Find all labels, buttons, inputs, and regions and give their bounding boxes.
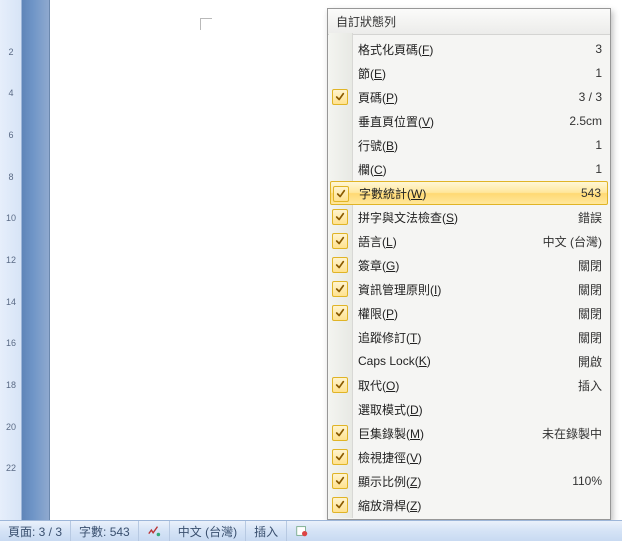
menu-item[interactable]: 巨集錄製(M)未在錄製中 bbox=[328, 421, 610, 445]
menu-item[interactable]: 資訊管理原則(I)關閉 bbox=[328, 277, 610, 301]
menu-item-label: 拼字與文法檢查(S) bbox=[358, 209, 570, 226]
ruler-number: 8 bbox=[0, 172, 22, 182]
menu-item[interactable]: 垂直頁位置(V)2.5cm bbox=[328, 109, 610, 133]
menu-item-label: 欄(C) bbox=[358, 161, 587, 178]
menu-item[interactable]: 檢視捷徑(V) bbox=[328, 445, 610, 469]
menu-item[interactable]: 欄(C)1 bbox=[328, 157, 610, 181]
menu-item-label: 檢視捷徑(V) bbox=[358, 449, 594, 466]
status-wordcount[interactable]: 字數: 543 bbox=[71, 521, 139, 541]
status-overtype[interactable]: 插入 bbox=[246, 521, 287, 541]
check-icon bbox=[332, 233, 348, 249]
document-margin bbox=[22, 0, 50, 520]
check-icon bbox=[332, 305, 348, 321]
check-icon bbox=[332, 473, 348, 489]
menu-item[interactable]: 頁碼(P)3 / 3 bbox=[328, 85, 610, 109]
menu-item-label: 簽章(G) bbox=[358, 257, 570, 274]
menu-item[interactable]: 格式化頁碼(F)3 bbox=[328, 37, 610, 61]
menu-item-label: 字數統計(W) bbox=[359, 185, 573, 202]
ruler-number: 6 bbox=[0, 130, 22, 140]
check-icon bbox=[333, 186, 349, 202]
vertical-ruler: 2 4 6 8 10 12 14 16 18 20 22 bbox=[0, 0, 22, 520]
menu-item-value: 2.5cm bbox=[561, 114, 602, 128]
menu-item[interactable]: 拼字與文法檢查(S)錯誤 bbox=[328, 205, 610, 229]
menu-item-value: 1 bbox=[587, 162, 602, 176]
status-page[interactable]: 頁面: 3 / 3 bbox=[0, 521, 71, 541]
menu-item[interactable]: 縮放滑桿(Z) bbox=[328, 493, 610, 517]
check-icon bbox=[332, 281, 348, 297]
menu-item[interactable]: Caps Lock(K)開啟 bbox=[328, 349, 610, 373]
menu-item-value: 110% bbox=[564, 474, 602, 488]
menu-item-label: 選取模式(D) bbox=[358, 401, 594, 418]
menu-item-label: 取代(O) bbox=[358, 377, 570, 394]
menu-item[interactable]: 行號(B)1 bbox=[328, 133, 610, 157]
menu-item-value: 3 bbox=[587, 42, 602, 56]
menu-item[interactable]: 取代(O)插入 bbox=[328, 373, 610, 397]
menu-item-value: 1 bbox=[587, 66, 602, 80]
ruler-number: 18 bbox=[0, 380, 22, 390]
menu-item-value: 錯誤 bbox=[570, 209, 602, 226]
menu-item-label: 格式化頁碼(F) bbox=[358, 41, 587, 58]
menu-item-label: 語言(L) bbox=[358, 233, 535, 250]
menu-item-value: 3 / 3 bbox=[571, 90, 602, 104]
menu-item-label: 垂直頁位置(V) bbox=[358, 113, 561, 130]
status-bar: 頁面: 3 / 3 字數: 543 中文 (台灣) 插入 bbox=[0, 520, 622, 541]
menu-item[interactable]: 選取模式(D) bbox=[328, 397, 610, 421]
menu-item-value: 關閉 bbox=[570, 305, 602, 322]
ruler-number: 4 bbox=[0, 88, 22, 98]
ruler-number: 10 bbox=[0, 213, 22, 223]
check-icon bbox=[332, 497, 348, 513]
menu-item[interactable]: 簽章(G)關閉 bbox=[328, 253, 610, 277]
menu-item-value: 開啟 bbox=[570, 353, 602, 370]
menu-item-value: 未在錄製中 bbox=[534, 425, 602, 442]
menu-item-label: 行號(B) bbox=[358, 137, 587, 154]
check-icon bbox=[332, 209, 348, 225]
status-language[interactable]: 中文 (台灣) bbox=[170, 521, 246, 541]
menu-item-label: Caps Lock(K) bbox=[358, 354, 570, 368]
menu-title: 自訂狀態列 bbox=[328, 9, 610, 35]
ruler-number: 22 bbox=[0, 463, 22, 473]
menu-item-label: 權限(P) bbox=[358, 305, 570, 322]
menu-item-value: 關閉 bbox=[570, 257, 602, 274]
menu-item-label: 追蹤修訂(T) bbox=[358, 329, 570, 346]
menu-item-value: 插入 bbox=[570, 377, 602, 394]
status-spellcheck[interactable] bbox=[139, 521, 170, 541]
status-macro[interactable] bbox=[287, 521, 317, 541]
menu-item-value: 1 bbox=[587, 138, 602, 152]
menu-item[interactable]: 權限(P)關閉 bbox=[328, 301, 610, 325]
menu-item-value: 中文 (台灣) bbox=[535, 233, 602, 250]
menu-item-value: 關閉 bbox=[570, 329, 602, 346]
menu-item[interactable]: 顯示比例(Z)110% bbox=[328, 469, 610, 493]
spellcheck-icon bbox=[147, 524, 161, 538]
menu-item-label: 顯示比例(Z) bbox=[358, 473, 564, 490]
check-icon bbox=[332, 89, 348, 105]
menu-item[interactable]: 語言(L)中文 (台灣) bbox=[328, 229, 610, 253]
check-icon bbox=[332, 257, 348, 273]
customize-statusbar-menu[interactable]: 自訂狀態列 格式化頁碼(F)3節(E)1頁碼(P)3 / 3垂直頁位置(V)2.… bbox=[327, 8, 611, 520]
macro-record-icon bbox=[295, 524, 309, 538]
menu-item-label: 縮放滑桿(Z) bbox=[358, 497, 594, 514]
menu-item-label: 頁碼(P) bbox=[358, 89, 571, 106]
ruler-number: 16 bbox=[0, 338, 22, 348]
check-icon bbox=[332, 425, 348, 441]
ruler-number: 2 bbox=[0, 47, 22, 57]
menu-item[interactable]: 字數統計(W)543 bbox=[330, 181, 608, 205]
menu-item[interactable]: 追蹤修訂(T)關閉 bbox=[328, 325, 610, 349]
ruler-number: 14 bbox=[0, 297, 22, 307]
menu-item-value: 543 bbox=[573, 186, 601, 200]
menu-item-label: 巨集錄製(M) bbox=[358, 425, 534, 442]
check-icon bbox=[332, 449, 348, 465]
page-corner-mark bbox=[200, 18, 212, 30]
ruler-number: 12 bbox=[0, 255, 22, 265]
ruler-number: 20 bbox=[0, 422, 22, 432]
menu-item-value: 關閉 bbox=[570, 281, 602, 298]
menu-item[interactable]: 節(E)1 bbox=[328, 61, 610, 85]
check-icon bbox=[332, 377, 348, 393]
menu-item-label: 節(E) bbox=[358, 65, 587, 82]
menu-items: 格式化頁碼(F)3節(E)1頁碼(P)3 / 3垂直頁位置(V)2.5cm行號(… bbox=[328, 35, 610, 519]
menu-item-label: 資訊管理原則(I) bbox=[358, 281, 570, 298]
